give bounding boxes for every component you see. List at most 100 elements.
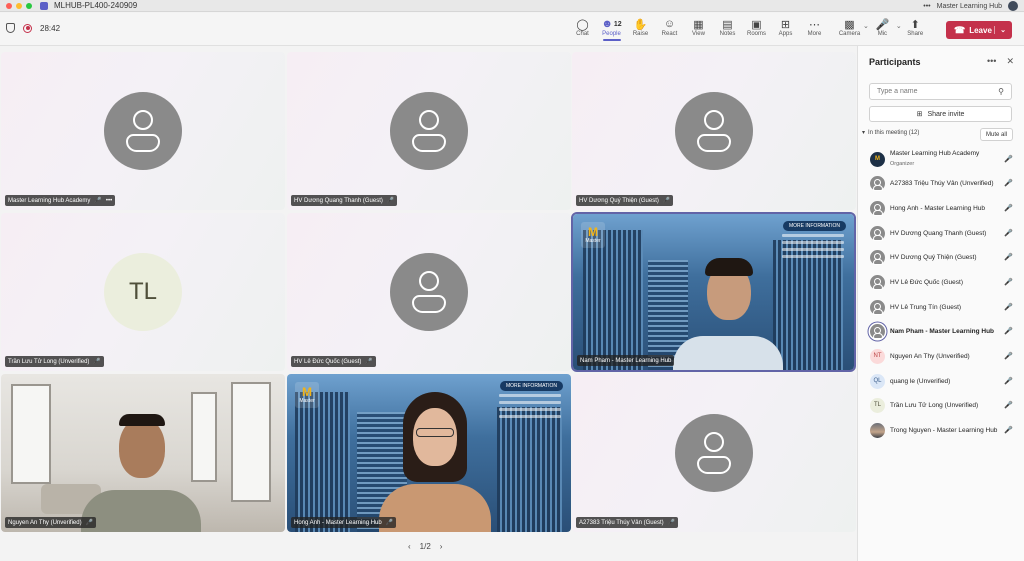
search-placeholder: Type a name [877,88,918,95]
tile-more-icon[interactable]: ••• [106,198,112,204]
participant-avatar [870,323,885,339]
mic-off-icon: 🎤 [667,520,676,526]
next-page-chevron-icon[interactable]: › [440,542,443,551]
mic-off-icon[interactable]: 🎤 [1004,155,1013,163]
mic-on-icon[interactable]: 🎤 [1004,327,1013,335]
leave-options-chevron-icon[interactable]: ⌄ [994,26,1006,34]
mic-off-icon[interactable]: 🎤 [1004,426,1013,434]
participant-video-tile[interactable]: M Master MORE INFORMATION Hong Anh - Mas… [287,374,571,532]
participant-video-tile-speaking[interactable]: M Master MORE INFORMATION Nam Pham - Mas… [571,212,856,372]
notes-button[interactable]: ▤ Notes [713,17,742,41]
leave-button[interactable]: ☎ Leave ⌄ [946,21,1012,39]
participant-name: Master Learning Hub Academy [8,197,91,204]
previous-page-chevron-icon[interactable]: ‹ [408,542,411,551]
participant-tile[interactable]: HV Dương Quý Thiện (Guest) 🎤 [572,52,856,210]
share-invite-button[interactable]: ⊞ Share invite [869,106,1012,122]
people-icon: ☻ 12 [601,18,622,30]
participant-face [413,408,457,466]
participant-tile[interactable]: TL Trần Lưu Tử Long (Unverified) 🎤 [1,213,285,371]
participant-tile[interactable]: HV Lê Đức Quốc (Guest) 🎤 [287,213,571,371]
participant-tile[interactable]: A27383 Triệu Thúy Vân (Guest) 🎤 [572,374,856,532]
mic-off-icon: 🎤 [386,198,395,204]
share-label: Share [907,31,924,37]
participant-search-input[interactable]: Type a name ⚲ [869,83,1012,100]
participant-name: Trần Lưu Tử Long (Unverified) [890,401,979,409]
minimize-window-button[interactable] [16,2,22,9]
close-panel-icon[interactable]: ✕ [1006,56,1014,67]
raise-hand-button[interactable]: ✋ Raise [626,17,655,41]
chat-icon: ◯ [576,18,589,31]
mic-off-icon[interactable]: 🎤 [1004,179,1013,187]
participant-row[interactable]: M Master Learning Hub Academy Organizer … [858,147,1024,171]
meeting-toolbar: 28:42 ◯ Chat ☻ 12 People ✋ Raise ☺ React … [0,13,1024,46]
rooms-button[interactable]: ▣ Rooms [742,17,771,41]
window-controls[interactable] [6,2,32,9]
apps-button[interactable]: ⊞ Apps [771,17,800,41]
mic-off-icon[interactable]: 🎤 [1004,377,1013,385]
participant-name: quang le (Unverified) [890,377,951,385]
contact-info-lines [782,234,844,262]
participant-row[interactable]: HV Dương Quang Thanh (Guest) 🎤 [858,221,1024,245]
page-indicator: 1/2 [419,542,431,551]
participant-name-tag: Master Learning Hub Academy 🎤 ••• [5,195,116,206]
mic-off-icon[interactable]: 🎤 [1004,352,1013,360]
participant-row[interactable]: HV Lê Trung Tín (Guest) 🎤 [858,295,1024,319]
mic-off-icon[interactable]: 🎤 [1004,303,1013,311]
participant-row[interactable]: NT Nguyen An Thy (Unverified) 🎤 [858,344,1024,368]
participant-name-tag: HV Dương Quang Thanh (Guest) 🎤 [291,195,398,206]
participant-figure [81,410,201,532]
participant-row[interactable]: Hong Anh - Master Learning Hub 🎤 [858,196,1024,220]
participant-row[interactable]: QL quang le (Unverified) 🎤 [858,369,1024,393]
mute-all-button[interactable]: Mute all [979,128,1013,141]
participant-name-tag: A27383 Triệu Thúy Vân (Guest) 🎤 [576,517,679,528]
participant-row[interactable]: HV Lê Đức Quốc (Guest) 🎤 [858,270,1024,294]
mic-off-icon[interactable]: 🎤 [1004,204,1013,212]
participant-tile[interactable]: Master Learning Hub Academy 🎤 ••• [1,52,285,210]
mic-off-icon[interactable]: 🎤 [1004,401,1013,409]
media-controls: ▩ Camera ⌄ 🎤 Mic ⌄ ⬆ Share [836,17,929,38]
more-icon[interactable]: ••• [923,3,930,10]
participant-row[interactable]: Trong Nguyen - Master Learning Hub 🎤 [858,418,1024,442]
participant-name: Hong Anh - Master Learning Hub [294,519,382,526]
phone-hangup-icon: ☎ [954,24,966,35]
in-meeting-section-toggle[interactable]: ▾ In this meeting (12) [862,129,919,137]
participant-name: HV Dương Quang Thanh (Guest) [890,229,987,237]
meeting-status: 28:42 [6,23,60,33]
participant-row[interactable]: A27383 Triệu Thúy Vân (Unverified) 🎤 [858,171,1024,195]
participant-name-tag: HV Lê Đức Quốc (Guest) 🎤 [291,356,376,367]
participant-row[interactable]: Nam Pham - Master Learning Hub 🎤 [858,319,1024,343]
share-button[interactable]: ⬆ Share [902,17,929,38]
view-button[interactable]: ▦ View [684,17,713,41]
chat-label: Chat [576,31,589,37]
default-avatar-icon [675,414,753,492]
more-button[interactable]: ⋯ More [800,17,829,41]
room-window [231,382,271,502]
camera-button[interactable]: ▩ Camera [836,17,863,38]
mic-off-icon[interactable]: 🎤 [1004,229,1013,237]
raise-hand-icon: ✋ [633,18,648,31]
maximize-window-button[interactable] [26,2,32,9]
shield-icon[interactable] [6,23,15,33]
participant-name-tag: HV Dương Quý Thiện (Guest) 🎤 [576,195,674,206]
participant-avatar: NT [870,348,885,364]
participant-avatar [870,200,885,216]
participant-tile[interactable]: HV Dương Quang Thanh (Guest) 🎤 [287,52,571,210]
participant-video-tile[interactable]: Nguyen An Thy (Unverified) 🎤 [1,374,285,532]
raise-label: Raise [632,31,649,37]
participant-avatar: TL [870,397,885,413]
mic-off-icon: 🎤 [365,359,373,365]
participant-row[interactable]: HV Dương Quý Thiện (Guest) 🎤 [858,245,1024,269]
org-avatar[interactable] [1008,1,1018,11]
close-window-button[interactable] [6,2,12,9]
participant-row[interactable]: TL Trần Lưu Tử Long (Unverified) 🎤 [858,393,1024,417]
chat-button[interactable]: ◯ Chat [568,17,597,41]
panel-actions: ••• ✕ [987,56,1014,67]
mic-off-icon[interactable]: 🎤 [1004,253,1013,261]
panel-more-icon[interactable]: ••• [987,56,996,67]
people-button[interactable]: ☻ 12 People [597,17,626,41]
search-icon: ⚲ [998,87,1004,96]
default-avatar-icon [390,92,468,170]
react-button[interactable]: ☺ React [655,17,684,41]
mic-button[interactable]: 🎤 Mic [869,17,896,38]
mic-off-icon[interactable]: 🎤 [1004,278,1013,286]
